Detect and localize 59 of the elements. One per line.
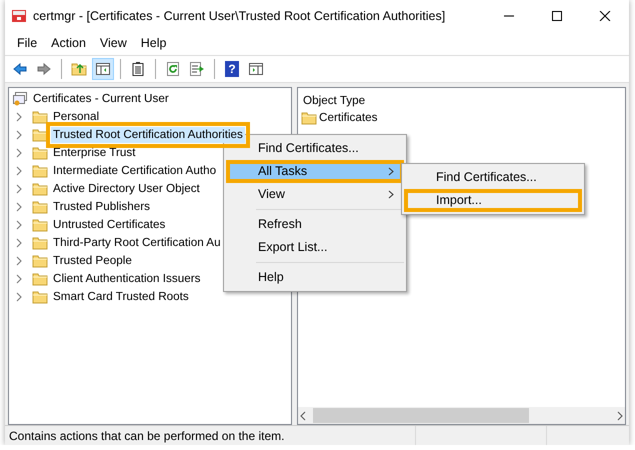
folder-icon — [32, 109, 48, 125]
chevron-icon[interactable] — [615, 410, 625, 420]
menu-item[interactable]: Export List... — [226, 236, 404, 259]
folder-icon — [32, 253, 48, 269]
chevron-icon — [388, 190, 394, 199]
tree-item[interactable]: Trusted People — [51, 253, 134, 269]
app-icon — [11, 8, 27, 24]
horizontal-scrollbar[interactable] — [298, 407, 625, 424]
tree-item[interactable]: Third-Party Root Certification Au — [51, 235, 223, 251]
window-title: certmgr - [Certificates - Current User\Trusted Root Certification Authorities] — [33, 8, 446, 25]
folder-icon — [32, 199, 48, 215]
close-icon — [599, 11, 611, 21]
menu-item[interactable]: Find Certificates... — [404, 166, 582, 189]
pane-icon — [248, 61, 264, 77]
tree-item[interactable]: Trusted Root Certification Authorities — [51, 127, 245, 143]
menu-item[interactable]: File — [10, 32, 44, 55]
export-list-icon — [189, 61, 205, 77]
refresh-icon — [165, 61, 181, 77]
help-icon: ? — [225, 61, 239, 77]
tree-item[interactable]: Smart Card Trusted Roots — [51, 289, 191, 305]
pane-icon — [95, 61, 111, 77]
tree-item[interactable]: Certificates - Current User — [31, 91, 171, 107]
chevron-icon[interactable] — [298, 410, 308, 420]
tree-item[interactable]: Intermediate Certification Autho — [51, 163, 218, 179]
tree-item[interactable]: Active Directory User Object — [51, 181, 202, 197]
tree-item[interactable]: Client Authentication Issuers — [51, 271, 202, 287]
maximize-icon — [551, 11, 563, 21]
menu-item[interactable]: Refresh — [226, 213, 404, 236]
folder-up-icon — [71, 61, 87, 77]
menu-item[interactable]: All Tasks — [226, 160, 404, 183]
chevron-icon — [388, 167, 394, 176]
folder-icon — [32, 271, 48, 287]
folder-icon — [32, 127, 48, 143]
tree-item[interactable]: Untrusted Certificates — [51, 217, 168, 233]
forward-arrow-icon — [36, 61, 52, 77]
status-text: Contains actions that can be performed on the item. — [8, 428, 286, 445]
toolbar-button[interactable] — [92, 58, 114, 80]
tree-item[interactable]: Personal — [51, 109, 102, 125]
column-header[interactable]: Object Type — [301, 94, 368, 107]
tree-item[interactable]: Trusted Publishers — [51, 199, 152, 215]
folder-icon — [32, 163, 48, 179]
folder-icon — [32, 145, 48, 161]
folder-icon — [32, 181, 48, 197]
tree-item[interactable]: Enterprise Trust — [51, 145, 138, 161]
menu-item[interactable]: View — [92, 32, 134, 55]
clipboard-icon — [130, 61, 146, 77]
list-item[interactable]: Certificates — [317, 110, 380, 126]
folder-icon — [32, 235, 48, 251]
folder-icon — [32, 217, 48, 233]
menu-item[interactable]: Action — [44, 32, 93, 55]
menu-item[interactable]: Help — [226, 266, 404, 289]
menu-item[interactable]: Import... — [404, 189, 582, 212]
folder-icon — [32, 289, 48, 305]
folder-icon — [301, 110, 317, 126]
menu-item[interactable]: Help — [134, 32, 174, 55]
menu-item[interactable]: View — [226, 183, 404, 206]
toolbar-button[interactable]: ? — [221, 58, 243, 80]
certificate-icon — [12, 91, 28, 107]
back-arrow-icon — [12, 61, 28, 77]
